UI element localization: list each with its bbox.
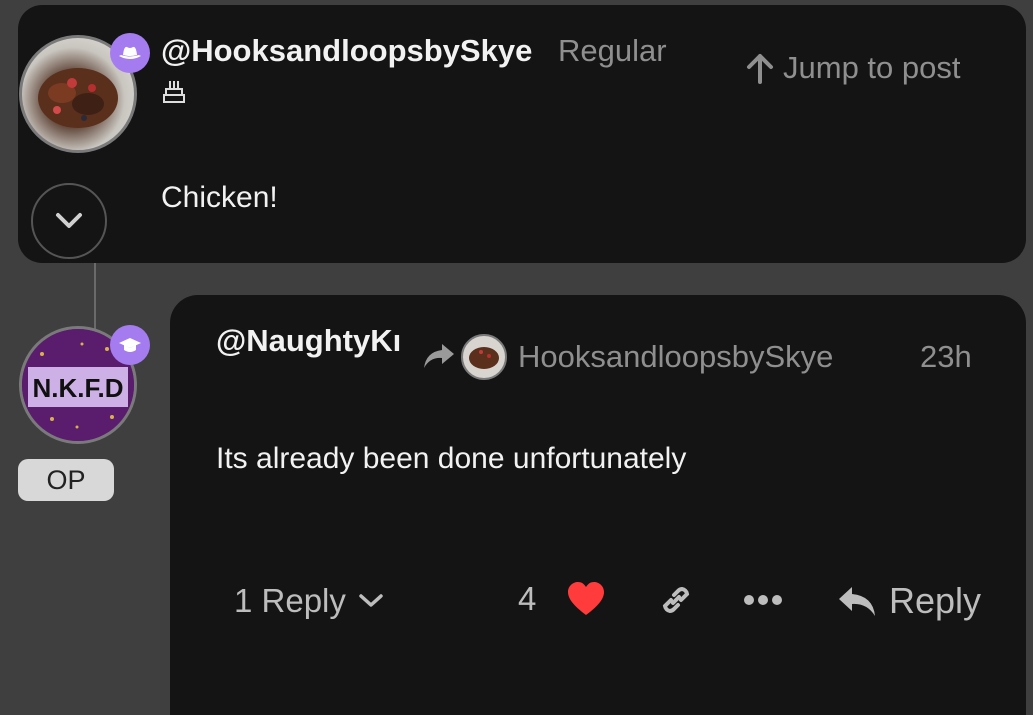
reply-button[interactable]: Reply (837, 580, 981, 622)
more-icon[interactable] (743, 592, 783, 613)
reply-to-avatar[interactable] (461, 334, 507, 380)
view-replies-button[interactable]: 1 Reply (234, 582, 386, 620)
comment-body: Chicken! (161, 181, 278, 214)
chevron-down-icon (359, 594, 383, 607)
chevron-down-icon (56, 213, 82, 228)
hat-icon (110, 33, 150, 73)
replies-count-label: 1 Reply (234, 582, 346, 619)
username[interactable]: @NaughtyKı (216, 323, 402, 359)
graduation-cap-icon (110, 325, 150, 365)
arrow-up-icon (747, 54, 773, 84)
comment-body: Its already been done unfortunately (216, 442, 687, 475)
like-button[interactable]: 4 (518, 580, 606, 618)
heart-icon (568, 582, 605, 615)
link-icon[interactable] (656, 580, 696, 625)
jump-to-post-link[interactable]: Jump to post (745, 50, 960, 86)
avatar-image (469, 347, 499, 369)
collapse-thread-button[interactable] (31, 183, 107, 259)
user-rank: Regular (558, 33, 667, 68)
share-arrow-icon (422, 342, 456, 375)
op-badge: OP (18, 459, 114, 501)
timestamp: 23h (920, 339, 972, 374)
cake-icon (161, 76, 187, 109)
username[interactable]: @HooksandloopsbySkye (161, 33, 532, 69)
reply-to-username[interactable]: HooksandloopsbySkye (518, 339, 833, 375)
jump-to-post-label: Jump to post (783, 50, 961, 85)
avatar-text: N.K.F.D (33, 373, 124, 403)
reply-arrow-icon (839, 587, 875, 616)
like-count: 4 (518, 580, 537, 617)
reply-label: Reply (889, 580, 982, 621)
